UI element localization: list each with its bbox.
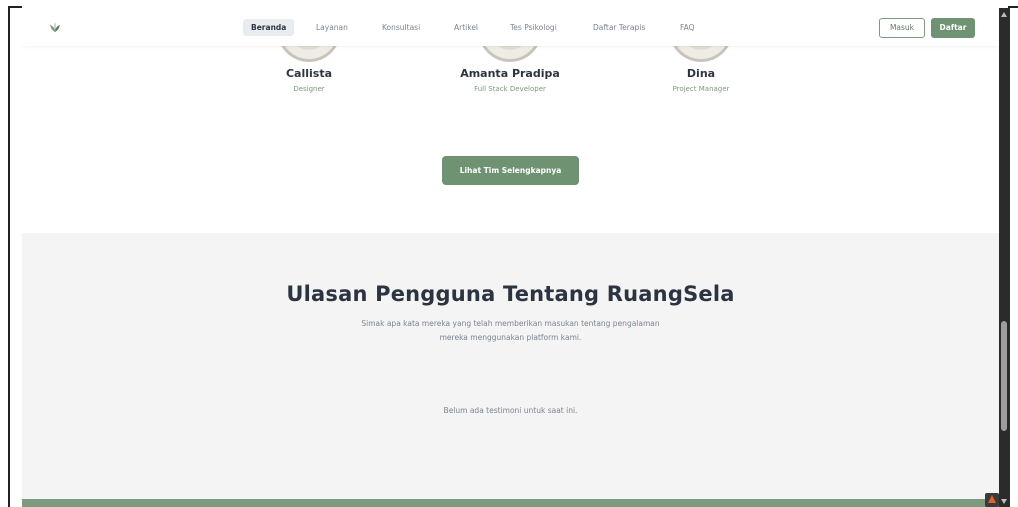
member-name: Callista bbox=[285, 67, 333, 80]
member-role: Project Manager bbox=[672, 85, 730, 93]
navbar: Beranda Layanan Konsultasi Artikel Tes P… bbox=[22, 8, 999, 46]
page-viewport: Callista Designer Amanta Pradipa Full St… bbox=[22, 8, 999, 507]
scrollbar[interactable] bbox=[999, 8, 1010, 507]
leaf-icon[interactable] bbox=[48, 20, 62, 34]
nav-item-konsultasi[interactable]: Konsultasi bbox=[382, 20, 420, 36]
section-title: Ulasan Pengguna Tentang RuangSela bbox=[286, 282, 735, 306]
scroll-down-arrow-icon[interactable] bbox=[1001, 499, 1007, 504]
member-name: Dina bbox=[686, 67, 716, 80]
login-button[interactable]: Masuk bbox=[879, 18, 925, 38]
member-name: Amanta Pradipa bbox=[460, 67, 560, 80]
footer bbox=[22, 499, 999, 507]
nav-item-beranda[interactable]: Beranda bbox=[243, 19, 295, 36]
scroll-up-arrow-icon[interactable] bbox=[1001, 12, 1007, 17]
empty-state-text: Belum ada testimoni untuk saat ini. bbox=[443, 406, 578, 415]
member-role: Designer bbox=[293, 85, 325, 93]
testimonials-section: Ulasan Pengguna Tentang RuangSela Simak … bbox=[22, 233, 999, 499]
extension-icon[interactable] bbox=[985, 493, 999, 507]
nav-item-artikel[interactable]: Artikel bbox=[454, 20, 478, 36]
register-button[interactable]: Daftar bbox=[931, 18, 975, 38]
frame-corner bbox=[8, 6, 22, 8]
section-subtitle: Simak apa kata mereka yang telah memberi… bbox=[361, 319, 660, 342]
member-role: Full Stack Developer bbox=[474, 85, 546, 93]
nav-item-layanan[interactable]: Layanan bbox=[316, 20, 348, 36]
nav-item-faq[interactable]: FAQ bbox=[680, 20, 695, 36]
nav-item-tes-psikologi[interactable]: Tes Psikologi bbox=[510, 20, 557, 36]
view-more-team-button[interactable]: Lihat Tim Selengkapnya bbox=[442, 156, 579, 185]
scrollbar-thumb[interactable] bbox=[1001, 321, 1007, 431]
nav-item-daftar-terapis[interactable]: Daftar Terapis bbox=[593, 20, 645, 36]
frame-edge bbox=[8, 6, 10, 507]
